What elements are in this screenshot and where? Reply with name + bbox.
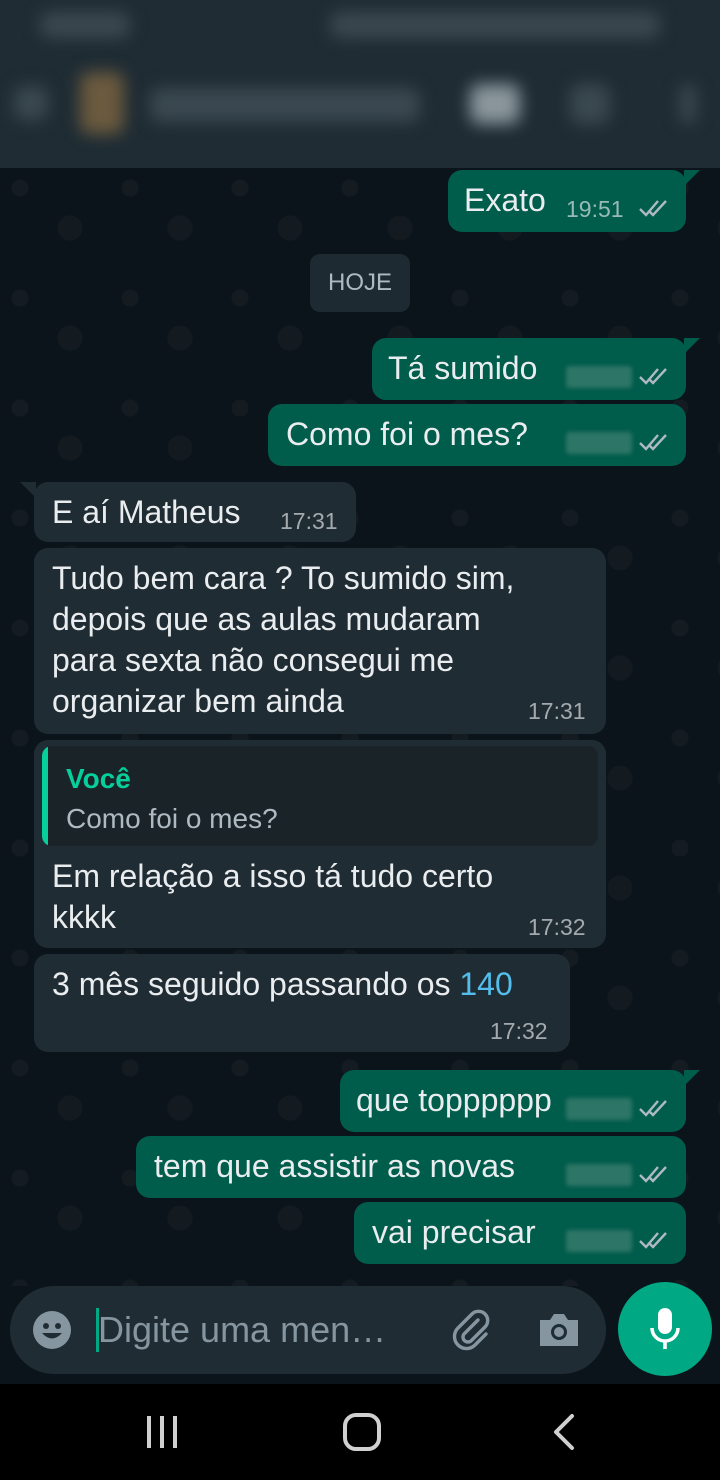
message-text-prefix: 3 mês seguido passando os (52, 966, 460, 1002)
message-incoming[interactable]: Tudo bem cara ? To sumido sim, depois qu… (34, 548, 606, 734)
mic-button[interactable] (618, 1282, 712, 1376)
read-ticks-icon (638, 198, 672, 218)
system-nav-bar (0, 1384, 720, 1480)
date-chip: HOJE (310, 254, 410, 312)
message-text: tem que assistir as novas (154, 1148, 516, 1184)
message-outgoing[interactable]: Tá sumido (372, 338, 686, 400)
video-call-icon[interactable] (470, 84, 520, 124)
message-time: 17:31 (528, 698, 586, 724)
message-time-blurred (566, 1230, 632, 1252)
message-line: organizar bem ainda (52, 683, 344, 719)
message-time-blurred (566, 366, 632, 388)
emoji-icon[interactable] (32, 1310, 72, 1350)
home-icon[interactable] (342, 1412, 382, 1452)
voice-call-icon[interactable] (570, 84, 610, 124)
message-text: 3 mês seguido passando os 140 (52, 964, 513, 1005)
recents-icon[interactable] (144, 1414, 180, 1450)
message-incoming[interactable]: E aí Matheus 17:31 (34, 482, 356, 542)
message-time: 19:51 (566, 196, 624, 222)
message-text: Tá sumido (388, 350, 538, 386)
read-ticks-icon (638, 1164, 672, 1184)
message-outgoing[interactable]: Exato 19:51 (448, 170, 686, 232)
message-incoming[interactable]: 3 mês seguido passando os 140 17:32 (34, 954, 570, 1052)
status-bar-blur (330, 12, 660, 38)
menu-icon[interactable] (680, 84, 696, 124)
contact-name-blur[interactable] (150, 88, 420, 122)
quoted-message[interactable]: Você Como foi o mes? (42, 746, 598, 846)
message-line: Em relação a isso tá tudo certo (52, 858, 494, 894)
attach-icon[interactable] (448, 1306, 496, 1354)
message-line: Tudo bem cara ? To sumido sim, (52, 560, 515, 596)
quote-author: Você (66, 763, 131, 794)
bubble-tail (684, 338, 700, 354)
quote-text: Como foi o mes? (66, 803, 278, 834)
message-text: Como foi o mes? (286, 416, 528, 452)
back-arrow-icon[interactable] (14, 86, 48, 120)
read-ticks-icon (638, 1098, 672, 1118)
read-ticks-icon (638, 366, 672, 386)
message-time: 17:32 (528, 914, 586, 940)
message-text: E aí Matheus (52, 494, 241, 530)
message-text: que topppppp (356, 1082, 552, 1118)
message-text: Exato (464, 182, 546, 218)
message-time-blurred (566, 1164, 632, 1186)
message-time-blurred (566, 432, 632, 454)
message-time-blurred (566, 1098, 632, 1120)
status-bar-blur (40, 12, 130, 38)
back-icon[interactable] (550, 1412, 578, 1452)
message-text: vai precisar (372, 1214, 536, 1250)
message-time: 17:31 (280, 508, 338, 534)
bubble-tail (20, 482, 36, 498)
message-line: para sexta não consegui me (52, 642, 455, 678)
message-link[interactable]: 140 (459, 966, 512, 1002)
message-input-bar: Digite uma men… (10, 1286, 606, 1374)
message-outgoing[interactable]: Como foi o mes? (268, 404, 686, 466)
read-ticks-icon (638, 1230, 672, 1250)
quote-bar (42, 746, 48, 846)
chat-header (0, 0, 720, 168)
message-outgoing[interactable]: vai precisar (354, 1202, 686, 1264)
read-ticks-icon (638, 432, 672, 452)
message-time: 17:32 (490, 1018, 548, 1044)
message-line: depois que as aulas mudaram (52, 601, 481, 637)
avatar[interactable] (80, 72, 124, 134)
message-outgoing[interactable]: tem que assistir as novas (136, 1136, 686, 1198)
bubble-tail (684, 1070, 700, 1086)
message-input[interactable]: Digite uma men… (98, 1308, 386, 1352)
bubble-tail (684, 170, 700, 186)
message-line: kkkk (52, 899, 116, 935)
camera-icon[interactable] (536, 1308, 582, 1352)
message-outgoing[interactable]: que topppppp (340, 1070, 686, 1132)
mic-icon (649, 1306, 681, 1352)
